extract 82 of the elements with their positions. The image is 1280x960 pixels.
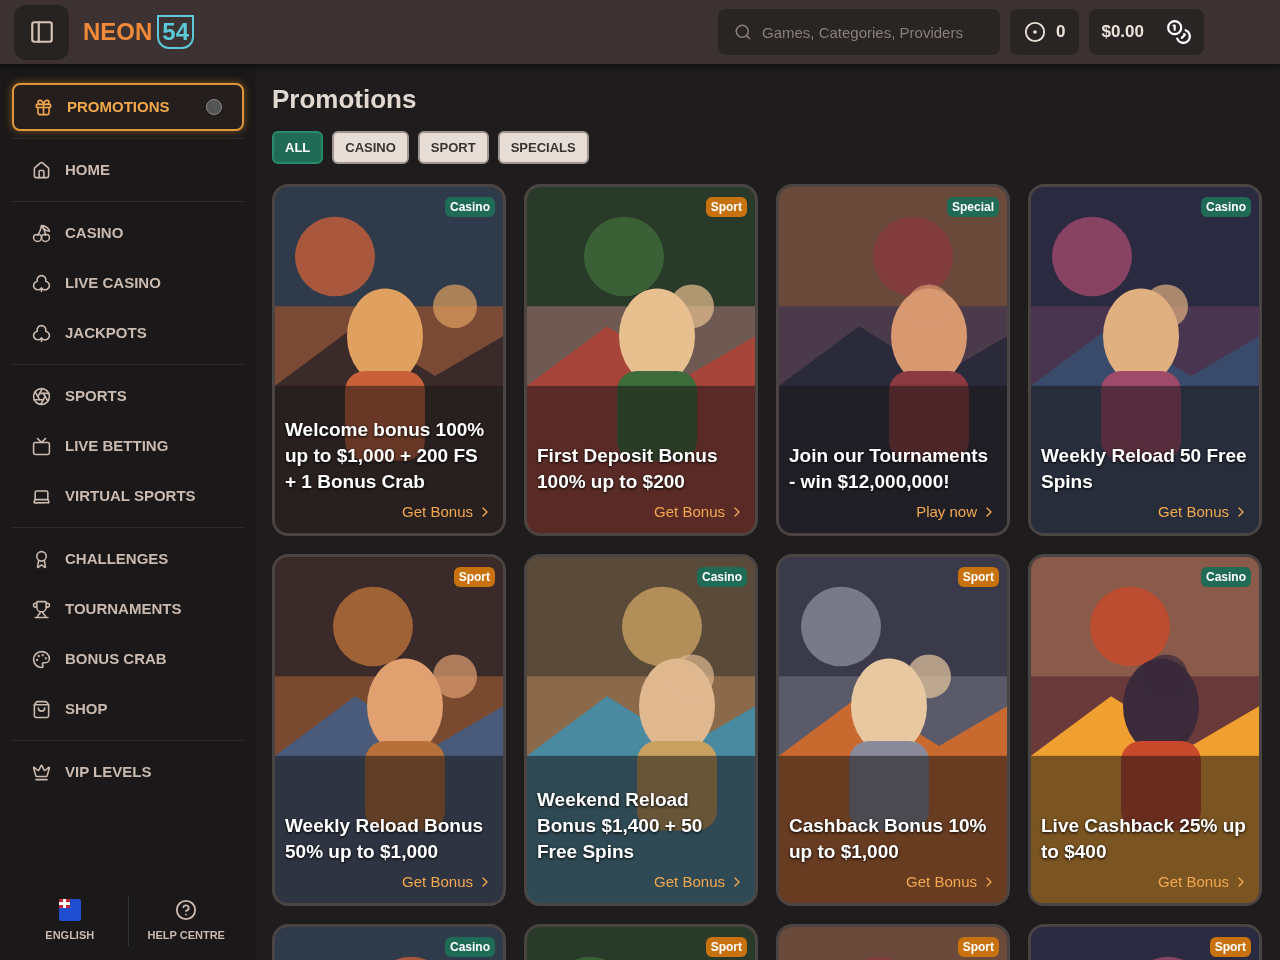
category-tag: Casino (1201, 197, 1251, 217)
trophy-icon (32, 599, 51, 619)
card-title: Cashback Bonus 10% up to $1,000 (789, 813, 988, 864)
card-link[interactable]: Get Bonus (402, 870, 493, 893)
nav-item[interactable]: HOME (12, 146, 244, 194)
search-field[interactable]: Games, Categories, Providers (718, 9, 1000, 55)
nav-item[interactable]: SPORTS (12, 372, 244, 420)
promo-card[interactable]: Sport First Deposit Bonus 100% up to $200 Get Bonus (524, 184, 758, 536)
tv-icon (32, 436, 51, 456)
gift-icon (34, 97, 53, 117)
category-tag: Special (946, 197, 999, 217)
filter-tab[interactable]: ALL (272, 131, 324, 164)
category-tag: Casino (445, 197, 495, 217)
promo-card[interactable]: Sport Weekly Reload Bonus 50% up to $1,000 Get Bonus (272, 554, 506, 906)
promo-card[interactable]: Casino Weekly Reload 50 Free Spins Get Bonus (1028, 184, 1262, 536)
category-tag: Sport (1209, 937, 1251, 957)
sidebar-toggle-button[interactable] (14, 4, 69, 60)
card-title: Weekly Reload 50 Free Spins (1041, 443, 1248, 494)
category-tag: Sport (705, 937, 747, 957)
coin-icon (1024, 21, 1046, 43)
nav-item[interactable]: VIRTUAL SPORTS (12, 472, 244, 520)
search-icon (734, 23, 752, 41)
card-link[interactable]: Get Bonus (1158, 500, 1249, 523)
card-link[interactable]: Get Bonus (906, 870, 997, 893)
nav-item[interactable]: LIVE BETTING (12, 422, 244, 470)
coins-icon (1166, 19, 1192, 45)
card-link[interactable]: Get Bonus (402, 500, 493, 523)
nav-item[interactable]: VIP LEVELS (12, 748, 244, 796)
category-tag: Sport (957, 937, 999, 957)
help-button[interactable]: HELP CENTRE (128, 898, 244, 944)
card-title: Weekend Reload Bonus $1,400 + 50 Free Spins (537, 787, 704, 864)
category-tag: Casino (697, 567, 747, 587)
balance-button[interactable]: $0.00 (1089, 9, 1204, 55)
nav-item[interactable]: CHALLENGES (12, 535, 244, 583)
nav-item[interactable]: SHOP (12, 685, 244, 733)
language-button[interactable]: ENGLISH (12, 898, 128, 944)
cherry-icon (32, 223, 51, 243)
logo-word: NEON (82, 17, 154, 47)
aperture-icon (32, 386, 51, 406)
filter-tab[interactable]: SPORT (417, 131, 489, 164)
nav-item[interactable]: LIVE CASINO (12, 259, 244, 307)
crown-icon (32, 762, 51, 782)
card-title: Weekly Reload Bonus 50% up to $1,000 (285, 813, 485, 864)
help-icon (175, 898, 198, 921)
flag-icon (58, 898, 81, 921)
category-tag: Sport (705, 197, 747, 217)
logo-number: 54 (157, 15, 195, 49)
card-title: Live Cashback 25% up to $400 (1041, 813, 1247, 864)
promo-card[interactable]: Casino Weekend Reload Bonus $1,400 + 50 Free Spins Get Bonus (524, 554, 758, 906)
card-title: Join our Tournaments - win $12,000,000! (789, 443, 990, 494)
card-link[interactable]: Play now (916, 500, 997, 523)
filter-tab[interactable]: CASINO (332, 131, 409, 164)
category-tag: Sport (957, 567, 999, 587)
card-link[interactable]: Get Bonus (654, 870, 745, 893)
category-tag: Casino (445, 937, 495, 957)
promo-card[interactable]: Sport (1028, 924, 1262, 960)
promo-card[interactable]: Casino (272, 924, 506, 960)
page-title: Promotions (272, 83, 418, 116)
coins-button[interactable]: 0 (1010, 9, 1080, 55)
promo-card[interactable]: Casino Live Cashback 25% up to $400 Get Bonus (1028, 554, 1262, 906)
category-tag: Casino (1201, 567, 1251, 587)
nav-item[interactable]: JACKPOTS (12, 309, 244, 357)
card-title: First Deposit Bonus 100% up to $200 (537, 443, 719, 494)
filter-tab[interactable]: SPECIALS (497, 131, 589, 164)
card-title: Welcome bonus 100% up to $1,000 + 200 FS + 1 Bonus Crab (285, 417, 486, 494)
category-tag: Sport (453, 567, 495, 587)
promo-card[interactable]: Special Join our Tournaments - win $12,000,000! Play now (776, 184, 1010, 536)
club-icon (32, 273, 51, 293)
promo-card[interactable]: Sport (776, 924, 1010, 960)
nav-item[interactable]: BONUS CRAB (12, 635, 244, 683)
promo-card[interactable]: Sport (524, 924, 758, 960)
palette-icon (32, 649, 51, 669)
nav-item[interactable]: PROMOTIONS (12, 83, 244, 131)
promo-card[interactable]: Casino Welcome bonus 100% up to $1,000 + 200 FS + 1 Bonus Crab Get Bonus (272, 184, 506, 536)
club-icon (32, 323, 51, 343)
panel-icon (28, 19, 55, 45)
bag-icon (32, 699, 51, 719)
nav-item[interactable]: CASINO (12, 209, 244, 257)
card-link[interactable]: Get Bonus (654, 500, 745, 523)
promo-card[interactable]: Sport Cashback Bonus 10% up to $1,000 Get Bonus (776, 554, 1010, 906)
house-icon (32, 160, 51, 180)
nav-item[interactable]: TOURNAMENTS (12, 585, 244, 633)
